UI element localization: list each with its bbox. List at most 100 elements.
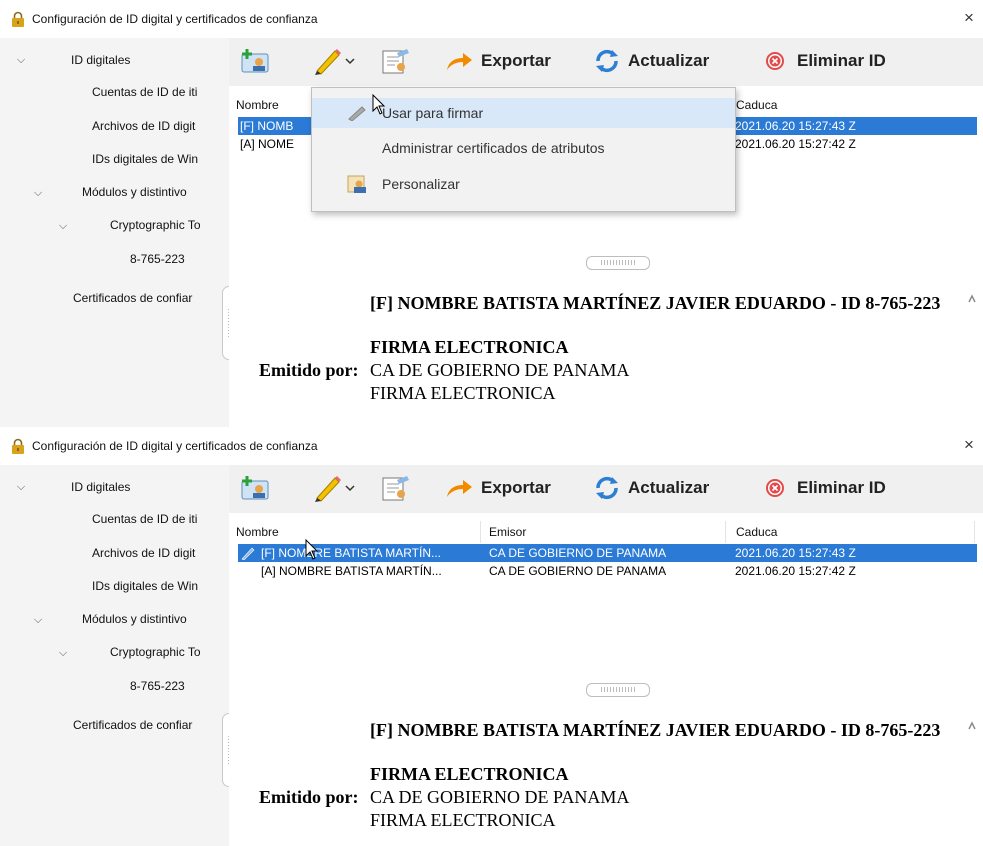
- row-name: [F] NOMB: [240, 119, 294, 133]
- title-bar: Configuración de ID digital y certificad…: [0, 427, 983, 466]
- sidebar-item-id-digitales[interactable]: ID digitales: [71, 480, 130, 494]
- sidebar-item-cryptographic-token[interactable]: Cryptographic To: [110, 218, 228, 232]
- sidebar-item-id-files[interactable]: Archivos de ID digit: [92, 546, 228, 560]
- details-issuer: CA DE GOBIERNO DE PANAMA: [370, 360, 630, 380]
- add-id-button[interactable]: [239, 46, 271, 76]
- row-expires: 2021.06.20 15:27:43 Z: [735, 119, 856, 133]
- row-name: [A] NOME: [240, 137, 295, 151]
- close-icon[interactable]: ×: [959, 8, 979, 28]
- add-id-button[interactable]: [239, 473, 271, 503]
- window-title: Configuración de ID digital y certificad…: [32, 439, 318, 453]
- details-subtitle: FIRMA ELECTRONICA: [370, 764, 569, 784]
- toolbar: Exportar Actualizar Eliminar ID: [229, 465, 983, 513]
- certificate-details: [F] NOMBRE BATISTA MARTÍNEZ JAVIER EDUAR…: [229, 276, 983, 427]
- certificate-button[interactable]: [379, 46, 411, 76]
- column-header-name[interactable]: Nombre: [234, 94, 314, 116]
- export-button[interactable]: Exportar: [445, 473, 551, 503]
- lock-icon: [12, 438, 24, 454]
- signing-pen-icon: [241, 547, 255, 560]
- refresh-button[interactable]: Actualizar: [594, 46, 709, 76]
- sidebar-item-token-id[interactable]: 8-765-223: [130, 252, 185, 266]
- scroll-up-icon[interactable]: [967, 288, 977, 308]
- table-row[interactable]: [F] NOMBRE BATISTA MARTÍN... CA DE GOBIE…: [238, 544, 977, 562]
- details-issued-by-label: Emitido por:: [259, 360, 359, 380]
- pen-icon: [315, 49, 341, 75]
- dialog-window: Configuración de ID digital y certificad…: [0, 427, 983, 846]
- caret-down-icon: [345, 58, 355, 65]
- pane-splitter[interactable]: [586, 683, 650, 697]
- row-expires: 2021.06.20 15:27:42 Z: [735, 564, 856, 578]
- row-expires: 2021.06.20 15:27:43 Z: [735, 546, 856, 560]
- close-icon[interactable]: ×: [959, 435, 979, 455]
- sidebar-item-roaming-accounts[interactable]: Cuentas de ID de iti: [92, 512, 228, 526]
- row-name: [A] NOMBRE BATISTA MARTÍN...: [261, 564, 442, 578]
- sidebar-item-roaming-accounts[interactable]: Cuentas de ID de iti: [92, 85, 228, 99]
- add-id-icon: [241, 49, 269, 73]
- sidebar-item-id-digitales[interactable]: ID digitales: [71, 53, 130, 67]
- sidebar-item-id-files[interactable]: Archivos de ID digit: [92, 119, 228, 133]
- personalize-icon: [347, 175, 366, 193]
- sign-dropdown-button[interactable]: [311, 473, 355, 503]
- column-header-name[interactable]: Nombre: [234, 521, 481, 543]
- sidebar-item-token-id[interactable]: 8-765-223: [130, 679, 185, 693]
- details-issuer-sub: FIRMA ELECTRONICA: [370, 383, 556, 403]
- column-header-expires[interactable]: Caduca: [726, 94, 976, 116]
- remove-circle-icon: [766, 52, 784, 70]
- title-bar: Configuración de ID digital y certificad…: [0, 0, 983, 39]
- sidebar-item-trusted-certificates[interactable]: Certificados de confiar: [73, 718, 228, 732]
- pane-splitter[interactable]: [586, 256, 650, 270]
- sidebar-item-windows-ids[interactable]: IDs digitales de Win: [92, 152, 228, 166]
- chevron-down-icon[interactable]: ⌵: [56, 647, 70, 660]
- mouse-cursor-icon: [372, 94, 386, 115]
- menu-item-personalize[interactable]: Personalizar: [312, 169, 735, 199]
- sidebar-item-windows-ids[interactable]: IDs digitales de Win: [92, 579, 228, 593]
- remove-circle-icon: [766, 479, 784, 497]
- column-header-issuer[interactable]: Emisor: [481, 521, 726, 543]
- details-issuer: CA DE GOBIERNO DE PANAMA: [370, 787, 630, 807]
- export-arrow-icon: [447, 480, 472, 497]
- scroll-up-icon[interactable]: [967, 715, 977, 735]
- details-cert-name: [F] NOMBRE BATISTA MARTÍNEZ JAVIER EDUAR…: [370, 720, 941, 740]
- refresh-button[interactable]: Actualizar: [594, 473, 709, 503]
- certificate-icon: [382, 476, 409, 501]
- column-header-expires[interactable]: Caduca: [726, 521, 975, 543]
- chevron-down-icon[interactable]: ⌵: [31, 187, 45, 200]
- menu-item-manage-attribute-certificates[interactable]: Administrar certificados de atributos: [312, 133, 735, 163]
- chevron-down-icon[interactable]: ⌵: [31, 614, 45, 627]
- sidebar-tree: ⌵ ID digitales Cuentas de ID de iti Arch…: [0, 38, 229, 427]
- refresh-icon: [596, 49, 618, 73]
- details-subtitle: FIRMA ELECTRONICA: [370, 337, 569, 357]
- details-issued-by-label: Emitido por:: [259, 787, 359, 807]
- certificate-button[interactable]: [379, 473, 411, 503]
- lock-icon: [12, 11, 24, 27]
- sidebar-item-trusted-certificates[interactable]: Certificados de confiar: [73, 291, 228, 305]
- sidebar-item-cryptographic-token[interactable]: Cryptographic To: [110, 645, 228, 659]
- row-issuer: CA DE GOBIERNO DE PANAMA: [489, 546, 667, 560]
- mouse-cursor-icon: [305, 539, 319, 560]
- main-pane: Exportar Actualizar Eliminar ID Nombre E…: [229, 465, 983, 846]
- pen-icon: [348, 106, 366, 121]
- details-cert-name: [F] NOMBRE BATISTA MARTÍNEZ JAVIER EDUAR…: [370, 293, 941, 313]
- remove-id-button[interactable]: Eliminar ID: [765, 46, 886, 76]
- sign-dropdown-button[interactable]: [311, 46, 355, 76]
- chevron-down-icon[interactable]: ⌵: [14, 54, 28, 67]
- row-expires: 2021.06.20 15:27:42 Z: [735, 137, 856, 151]
- sidebar-item-modules-tokens[interactable]: Módulos y distintivo: [82, 612, 228, 626]
- sidebar-scrollbar[interactable]: [222, 713, 229, 787]
- export-arrow-icon: [447, 53, 472, 70]
- remove-id-button[interactable]: Eliminar ID: [765, 473, 886, 503]
- export-button[interactable]: Exportar: [445, 46, 551, 76]
- window-title: Configuración de ID digital y certificad…: [32, 12, 318, 26]
- add-id-icon: [241, 476, 269, 500]
- chevron-down-icon[interactable]: ⌵: [56, 220, 70, 233]
- refresh-icon: [596, 476, 618, 500]
- sidebar-item-modules-tokens[interactable]: Módulos y distintivo: [82, 185, 228, 199]
- certificate-icon: [382, 49, 409, 74]
- row-issuer: CA DE GOBIERNO DE PANAMA: [489, 564, 667, 578]
- chevron-down-icon[interactable]: ⌵: [14, 481, 28, 494]
- table-row[interactable]: [A] NOMBRE BATISTA MARTÍN... CA DE GOBIE…: [238, 562, 977, 580]
- caret-down-icon: [345, 485, 355, 492]
- sidebar-scrollbar[interactable]: [222, 286, 229, 360]
- certificate-details: [F] NOMBRE BATISTA MARTÍNEZ JAVIER EDUAR…: [229, 703, 983, 846]
- dialog-window-menu-open: Configuración de ID digital y certificad…: [0, 0, 983, 427]
